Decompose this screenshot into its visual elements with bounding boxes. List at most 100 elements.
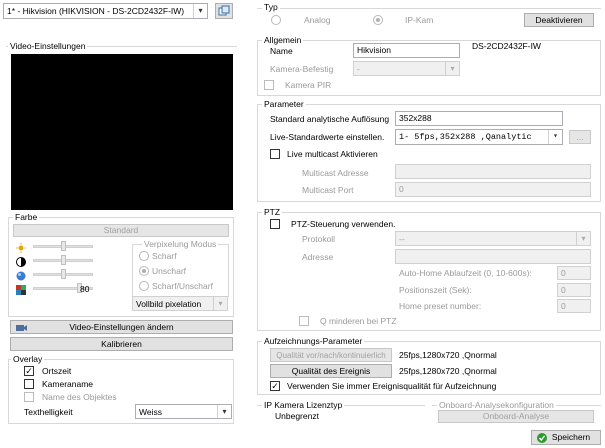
calibrate-button[interactable]: Kalibrieren [10,337,233,351]
mount-label: Kamera-Befestig [270,64,334,74]
pixel-option-both-label: Scharf/Unscharf [152,281,213,291]
saturation-icon [16,271,26,281]
overlay-camera-name-label: Kameraname [42,379,94,389]
overlay-local-time-checkbox[interactable]: ✓ [24,366,34,376]
saturation-slider-thumb[interactable] [61,269,66,279]
event-quality-button[interactable]: Qualität des Ereignis [270,364,392,378]
name-label: Name [270,46,293,56]
deactivate-button[interactable]: Deaktivieren [524,13,594,27]
quality-continuous-value: 25fps,1280x720 ,Qnormal [399,350,497,360]
text-brightness-value: Weiss [139,407,162,417]
onboard-analysis-button[interactable]: Onboard-Analyse [438,410,594,423]
mount-select[interactable]: - ▾ [353,61,460,76]
pixel-option-blur-label: Unscharf [152,266,187,276]
camera-icon [16,323,27,333]
standard-button[interactable]: Standard [13,224,229,237]
pixelation-group-title: Verpixelung Modus [142,239,219,249]
multicast-address-label: Multicast Adresse [302,168,369,178]
event-quality-value: 25fps,1280x720 ,Qnormal [399,366,497,376]
copy-settings-icon [218,5,230,16]
pixel-option-sharp-label: Scharf [152,251,177,261]
text-brightness-select[interactable]: Weiss ▾ [135,404,232,419]
live-defaults-value: 1- 5fps,352x288 ,Qanalytic [399,132,532,142]
ptz-use-checkbox[interactable] [270,219,280,229]
model-label: DS-2CD2432F-IW [472,41,541,51]
onboard-title: Onboard-Analysekonfiguration [437,400,556,410]
live-defaults-select[interactable]: 1- 5fps,352x288 ,Qanalytic ▾ [395,129,563,145]
pixel-option-sharp-radio[interactable] [139,251,149,261]
name-field[interactable]: Hikvision [353,43,460,58]
position-time-field[interactable]: 0 [557,283,591,297]
save-label: Speichern [551,432,591,442]
multicast-port-field[interactable]: 0 [395,182,591,197]
type-title: Typ [262,2,280,12]
color-group-title: Farbe [13,212,40,222]
mount-value: - [357,64,360,74]
general-title: Allgemein [262,35,304,45]
analog-label: Analog [304,15,331,25]
ptz-address-field[interactable] [395,249,591,264]
save-button[interactable]: Speichern [531,430,601,445]
ipcam-label: IP-Kam [405,15,434,25]
sharpness-icon [16,285,26,295]
home-preset-field[interactable]: 0 [557,299,591,313]
autohome-field[interactable]: 0 [557,266,591,280]
quality-continuous-button[interactable]: Qualität vor/nach/kontinuierlich [270,348,392,362]
multicast-port-label: Multicast Port [302,185,354,195]
position-time-label: Positionszeit (Sek): [399,285,472,295]
ptz-title: PTZ [262,207,283,217]
video-settings-change-label: Video-Einstellungen ändern [69,322,174,332]
overlay-title: Overlay [11,354,45,364]
overlay-camera-name-checkbox[interactable] [24,379,34,389]
overlay-local-time-label: Ortszeit [42,366,72,376]
live-multicast-label: Live multicast Aktivieren [287,149,378,159]
recording-title: Aufzeichnungs-Parameter [262,336,365,346]
pixel-mode-value: Vollbild pixelation [136,299,202,309]
live-defaults-more-button[interactable]: ... [569,130,591,144]
protocol-select[interactable]: -- ▾ [395,231,591,246]
resolution-label: Standard analytische Auflösung [270,114,390,124]
video-preview [11,54,233,210]
multicast-address-field[interactable] [395,164,591,179]
pixel-option-both-radio[interactable] [139,281,149,291]
pixel-option-blur-radio[interactable] [139,266,149,276]
ipcam-radio[interactable] [373,15,383,25]
contrast-icon [16,257,26,267]
analog-radio[interactable] [271,15,281,25]
check-icon [537,433,547,443]
chevron-down-icon: ▾ [548,130,562,144]
pir-label: Kamera PIR [285,80,332,90]
ptz-use-label: PTZ-Steuerung verwenden. [291,219,396,229]
resolution-field[interactable]: 352x288 [395,111,563,126]
video-settings-change-button[interactable]: Video-Einstellungen ändern [10,320,233,334]
overlay-object-name-checkbox[interactable] [24,392,34,402]
camera-select[interactable]: 1* - Hikvision (HIKVISION - DS-2CD2432F-… [3,3,208,19]
protocol-label: Protokoll [302,234,336,244]
pir-checkbox[interactable] [264,80,274,90]
camera-select-value: 1* - Hikvision (HIKVISION - DS-2CD2432F-… [7,6,185,16]
always-event-quality-checkbox[interactable]: ✓ [270,381,280,391]
live-defaults-label: Live-Standardwerte einstellen. [270,132,385,142]
camera-settings-button[interactable] [215,3,233,19]
text-brightness-label: Texthelligkeit [24,407,73,417]
ptz-q-reduce-checkbox[interactable] [299,316,309,326]
brightness-icon [16,243,26,253]
home-preset-label: Home preset number: [399,301,482,311]
sharpness-value: 80 [80,284,90,294]
live-multicast-checkbox[interactable] [270,149,280,159]
video-settings-title: Video-Einstellungen [8,41,88,51]
chevron-down-icon: ▾ [576,232,590,245]
protocol-value: -- [399,234,405,244]
pixel-mode-select[interactable]: Vollbild pixelation ▾ [132,296,228,311]
always-event-quality-label: Verwenden Sie immer Ereignisqualität für… [287,381,497,391]
chevron-down-icon: ▾ [213,297,227,310]
ptz-q-reduce-label: Q minderen bei PTZ [320,316,397,326]
overlay-object-name-label: Name des Objektes [42,392,117,402]
chevron-down-icon: ▾ [445,62,459,75]
brightness-slider-thumb[interactable] [61,241,66,251]
chevron-down-icon: ▾ [193,4,207,18]
autohome-label: Auto-Home Ablaufzeit (0, 10-600s): [399,268,532,278]
parameter-title: Parameter [262,99,306,109]
license-title: IP Kamera Lizenztyp [262,400,345,410]
contrast-slider-thumb[interactable] [61,255,66,265]
